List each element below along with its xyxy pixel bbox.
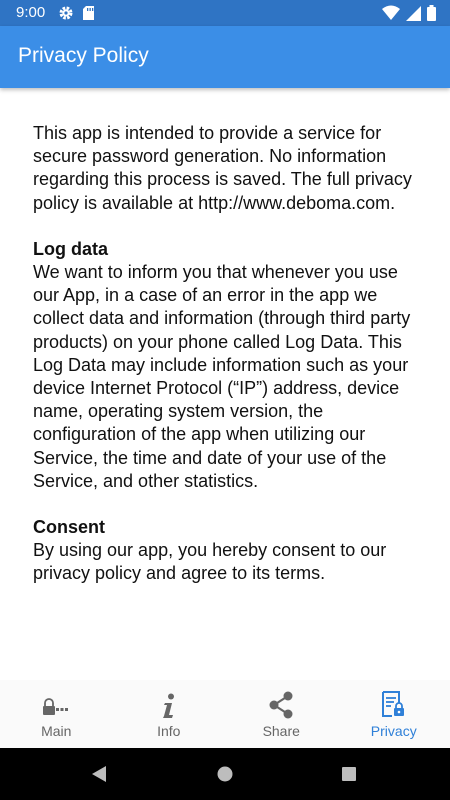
tab-privacy[interactable]: Privacy <box>338 680 450 748</box>
password-lock-icon <box>42 689 70 719</box>
tab-info[interactable]: Info <box>113 680 226 748</box>
tab-share[interactable]: Share <box>225 680 338 748</box>
tab-main-label: Main <box>41 723 72 739</box>
consent-heading: Consent <box>33 517 105 538</box>
signal-icon <box>406 5 421 26</box>
tab-share-label: Share <box>262 723 300 739</box>
status-bar: 9:00 <box>0 0 450 26</box>
wifi-icon <box>382 5 400 26</box>
consent-paragraph: By using our app, you hereby consent to … <box>33 540 387 584</box>
system-navigation-bar <box>0 748 450 800</box>
app-bar: Privacy Policy <box>0 26 450 88</box>
tab-info-label: Info <box>157 723 181 739</box>
status-time: 9:00 <box>16 4 46 21</box>
intro-paragraph: This app is intended to provide a servic… <box>33 123 412 213</box>
battery-icon <box>427 5 436 26</box>
gear-icon <box>58 5 74 26</box>
sd-card-icon <box>82 5 95 26</box>
privacy-policy-content: This app is intended to provide a servic… <box>33 122 423 586</box>
bottom-navigation: Main Info Share Privacy <box>0 680 450 748</box>
privacy-document-icon <box>381 689 407 719</box>
share-icon <box>268 689 294 719</box>
log-data-paragraph: We want to inform you that whenever you … <box>33 262 411 491</box>
page-title: Privacy Policy <box>18 44 149 67</box>
recents-icon[interactable] <box>319 748 379 800</box>
info-icon <box>161 689 177 719</box>
tab-privacy-label: Privacy <box>370 723 417 739</box>
back-icon[interactable] <box>69 748 129 800</box>
tab-main[interactable]: Main <box>0 680 113 748</box>
log-data-heading: Log data <box>33 238 108 259</box>
home-icon[interactable] <box>195 748 255 800</box>
